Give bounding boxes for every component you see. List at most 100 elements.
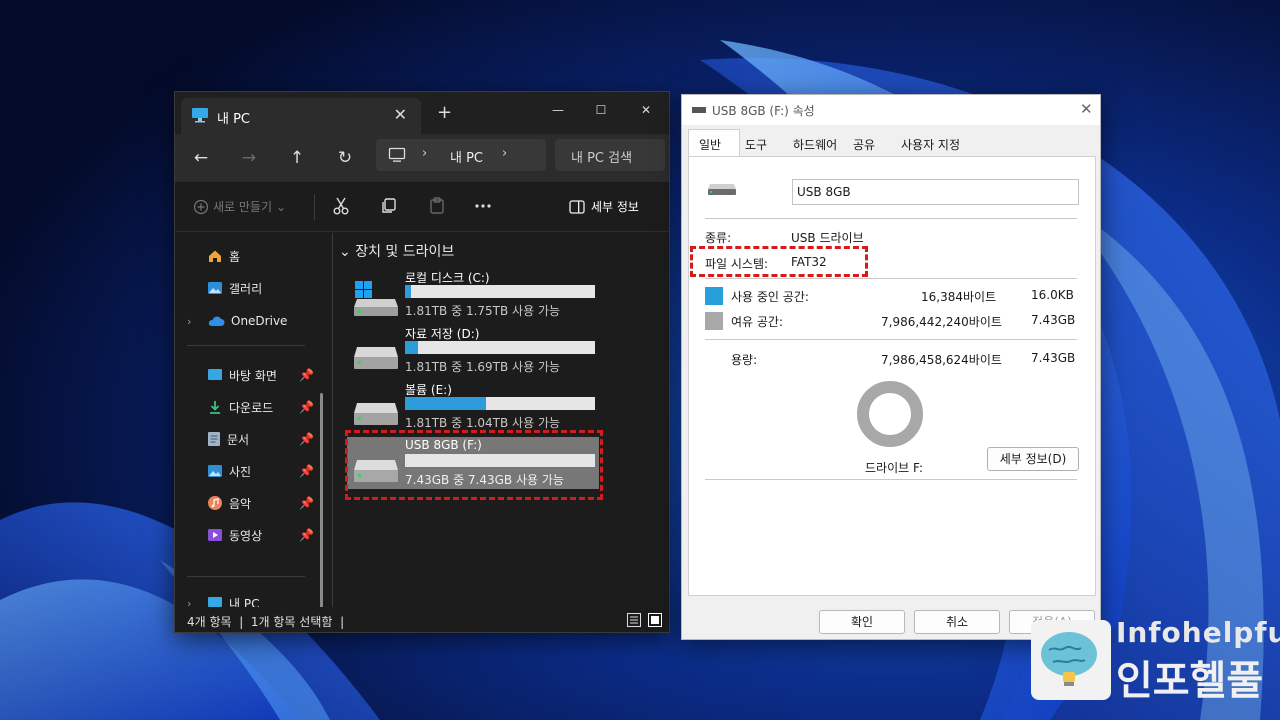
gallery-icon bbox=[208, 282, 222, 294]
nav-scrollbar[interactable] bbox=[320, 393, 323, 632]
close-tab-icon[interactable]: ✕ bbox=[394, 105, 407, 124]
minimize-icon[interactable]: — bbox=[535, 97, 581, 123]
nav-divider bbox=[187, 345, 305, 346]
paste-icon[interactable] bbox=[427, 196, 447, 216]
more-options-icon[interactable] bbox=[473, 196, 493, 216]
new-tab-button[interactable]: + bbox=[437, 102, 452, 123]
search-input[interactable]: 내 PC 검색 bbox=[555, 139, 665, 171]
sidebar-item-documents[interactable]: 문서 📌 bbox=[207, 428, 314, 450]
copy-icon[interactable] bbox=[379, 196, 399, 216]
brain-bulb-icon bbox=[1041, 632, 1097, 686]
sidebar-item-videos[interactable]: 동영상 📌 bbox=[207, 524, 314, 546]
tab-this-pc[interactable]: 내 PC ✕ bbox=[181, 98, 421, 134]
tab-customize[interactable]: 사용자 지정 bbox=[901, 136, 960, 153]
status-text: 4개 항목 | 1개 항목 선택함 | bbox=[187, 613, 344, 630]
command-bar: 새로 만들기 ⌄ 세부 정보 bbox=[175, 182, 669, 232]
details-view-icon[interactable] bbox=[627, 613, 641, 627]
group-header[interactable]: ⌄ 장치 및 드라이브 bbox=[339, 241, 454, 261]
ok-button[interactable]: 확인 bbox=[819, 610, 905, 634]
free-space-label: 여유 공간: bbox=[731, 315, 784, 329]
picture-icon bbox=[208, 465, 222, 477]
sidebar-item-downloads[interactable]: 다운로드 📌 bbox=[207, 396, 314, 418]
chevron-right-icon[interactable]: › bbox=[422, 146, 427, 161]
free-space-bytes: 7,986,442,240바이트 bbox=[881, 315, 1002, 329]
desktop-icon bbox=[208, 369, 222, 380]
sidebar-item-label: 홈 bbox=[229, 249, 241, 264]
brand-logo bbox=[1031, 620, 1111, 700]
home-icon bbox=[209, 250, 221, 262]
drive-item[interactable]: 로컬 디스크 (C:) 1.81TB 중 1.75TB 사용 가능 bbox=[353, 269, 603, 319]
tab-tools[interactable]: 도구 bbox=[745, 136, 767, 153]
close-window-icon[interactable]: ✕ bbox=[623, 97, 669, 123]
chevron-down-icon: ⌄ bbox=[276, 199, 287, 214]
drive-usage-fill bbox=[405, 285, 411, 298]
new-button[interactable]: 새로 만들기 ⌄ bbox=[193, 198, 286, 215]
video-icon bbox=[208, 529, 222, 541]
properties-dialog: USB 8GB (F:) 속성 ✕ 일반 도구 하드웨어 공유 사용자 지정 U… bbox=[681, 94, 1101, 640]
sidebar-item-onedrive[interactable]: OneDrive bbox=[207, 310, 287, 332]
tiles-view-icon[interactable] bbox=[648, 613, 662, 627]
chevron-right-icon[interactable]: › bbox=[187, 315, 191, 328]
divider bbox=[705, 278, 1077, 279]
free-space-swatch bbox=[705, 312, 723, 330]
volume-name-input[interactable]: USB 8GB bbox=[792, 179, 1079, 205]
tab-general[interactable]: 일반 bbox=[688, 129, 740, 157]
sidebar-item-gallery[interactable]: 갤러리 bbox=[207, 277, 262, 299]
sidebar-item-home[interactable]: 홈 bbox=[207, 245, 240, 267]
navigation-pane: 홈 갤러리 › OneDrive 바탕 화면 📌 다운로드 📌 문서 📌 사진 … bbox=[175, 233, 325, 632]
system-drive-icon bbox=[354, 281, 398, 316]
plus-circle-icon bbox=[193, 199, 209, 214]
status-bar: 4개 항목 | 1개 항목 선택함 | bbox=[175, 607, 669, 632]
type-label: 종류: bbox=[705, 231, 732, 245]
cut-icon[interactable] bbox=[331, 196, 351, 216]
breadcrumb-this-pc[interactable]: 내 PC bbox=[450, 147, 483, 166]
pin-icon[interactable]: 📌 bbox=[299, 464, 314, 478]
pin-icon[interactable]: 📌 bbox=[299, 400, 314, 414]
sidebar-item-label: 음악 bbox=[229, 496, 252, 511]
monitor-outline-icon bbox=[388, 147, 406, 162]
drive-space-info: 1.81TB 중 1.75TB 사용 가능 bbox=[405, 304, 561, 318]
details-pane-button[interactable]: 세부 정보 bbox=[569, 198, 639, 215]
forward-arrow-icon[interactable]: → bbox=[233, 144, 265, 172]
cloud-icon bbox=[208, 316, 225, 326]
pin-icon[interactable]: 📌 bbox=[299, 528, 314, 542]
drive-item[interactable]: 자료 저장 (D:) 1.81TB 중 1.69TB 사용 가능 bbox=[353, 325, 603, 375]
usb-drive-icon bbox=[692, 107, 706, 113]
dialog-tabs: 일반 도구 하드웨어 공유 사용자 지정 bbox=[682, 125, 1100, 157]
selected-count: 1개 항목 선택함 bbox=[250, 615, 333, 629]
free-space-size: 7.43GB bbox=[1031, 313, 1076, 327]
dialog-titlebar: USB 8GB (F:) 속성 ✕ bbox=[682, 95, 1100, 125]
pin-icon[interactable]: 📌 bbox=[299, 496, 314, 510]
back-arrow-icon[interactable]: ← bbox=[185, 144, 217, 172]
sidebar-item-label: OneDrive bbox=[231, 314, 288, 328]
drive-usage-fill bbox=[405, 341, 418, 354]
sidebar-item-label: 바탕 화면 bbox=[229, 368, 277, 383]
sidebar-item-desktop[interactable]: 바탕 화면 📌 bbox=[207, 364, 314, 386]
space-donut-chart bbox=[857, 381, 923, 447]
sidebar-item-music[interactable]: 음악 📌 bbox=[207, 492, 314, 514]
disk-cleanup-details-button[interactable]: 세부 정보(D) bbox=[987, 447, 1079, 471]
drive-usage-bar bbox=[405, 397, 595, 410]
sidebar-item-label: 사진 bbox=[229, 464, 252, 479]
refresh-icon[interactable]: ↻ bbox=[329, 144, 361, 172]
sidebar-item-label: 동영상 bbox=[229, 528, 263, 543]
close-icon[interactable]: ✕ bbox=[1080, 100, 1093, 118]
sidebar-item-pictures[interactable]: 사진 📌 bbox=[207, 460, 314, 482]
pin-icon[interactable]: 📌 bbox=[299, 368, 314, 382]
cancel-button[interactable]: 취소 bbox=[914, 610, 1000, 634]
sidebar-item-this-pc[interactable]: 내 PC bbox=[207, 595, 259, 607]
pane-divider[interactable] bbox=[332, 233, 333, 607]
maximize-icon[interactable]: ☐ bbox=[578, 97, 624, 123]
pin-icon[interactable]: 📌 bbox=[299, 432, 314, 446]
file-explorer-window: 내 PC ✕ + — ☐ ✕ ← → ↑ ↻ › 내 PC › 내 PC 검색 bbox=[174, 91, 670, 633]
drive-item[interactable]: 볼륨 (E:) 1.81TB 중 1.04TB 사용 가능 bbox=[353, 381, 603, 431]
usb-drive-icon bbox=[708, 184, 736, 195]
chevron-right-icon[interactable]: › bbox=[502, 146, 507, 161]
details-pane-icon bbox=[569, 199, 585, 214]
capacity-bytes: 7,986,458,624바이트 bbox=[881, 353, 1002, 367]
tab-sharing[interactable]: 공유 bbox=[853, 136, 875, 153]
navigation-bar: ← → ↑ ↻ › 내 PC › 내 PC 검색 bbox=[175, 134, 669, 182]
up-arrow-icon[interactable]: ↑ bbox=[281, 144, 313, 172]
address-bar[interactable]: › 내 PC › bbox=[376, 139, 546, 171]
tab-hardware[interactable]: 하드웨어 bbox=[793, 136, 837, 153]
